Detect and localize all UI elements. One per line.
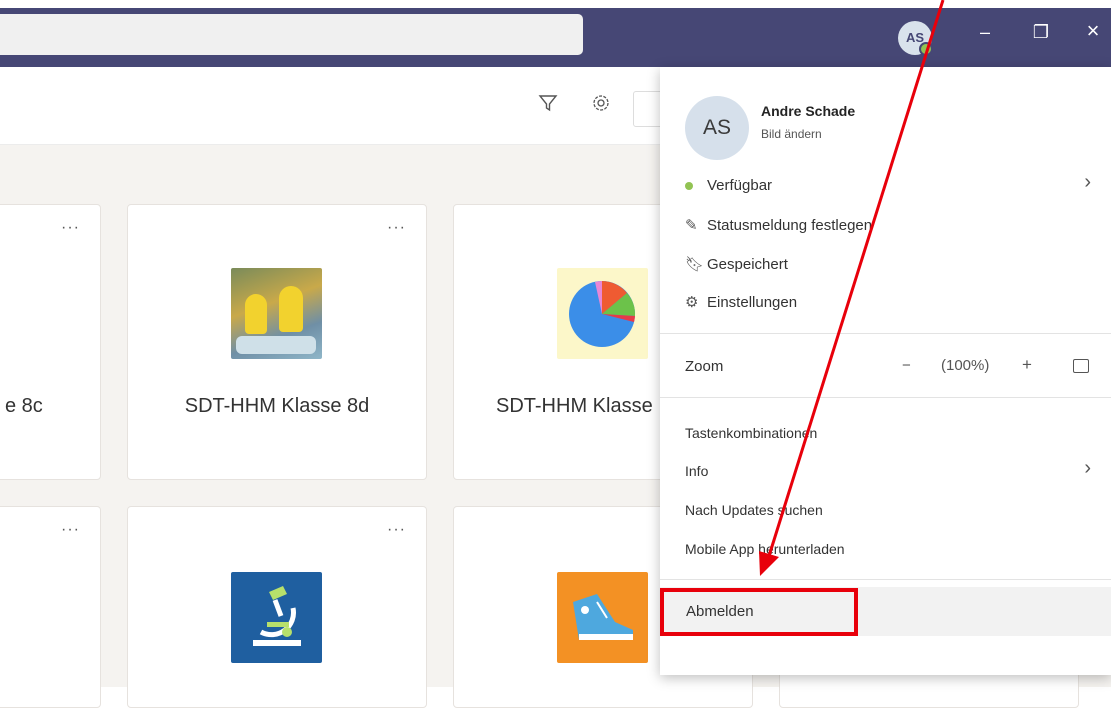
annotation-arrow bbox=[759, 0, 945, 576]
